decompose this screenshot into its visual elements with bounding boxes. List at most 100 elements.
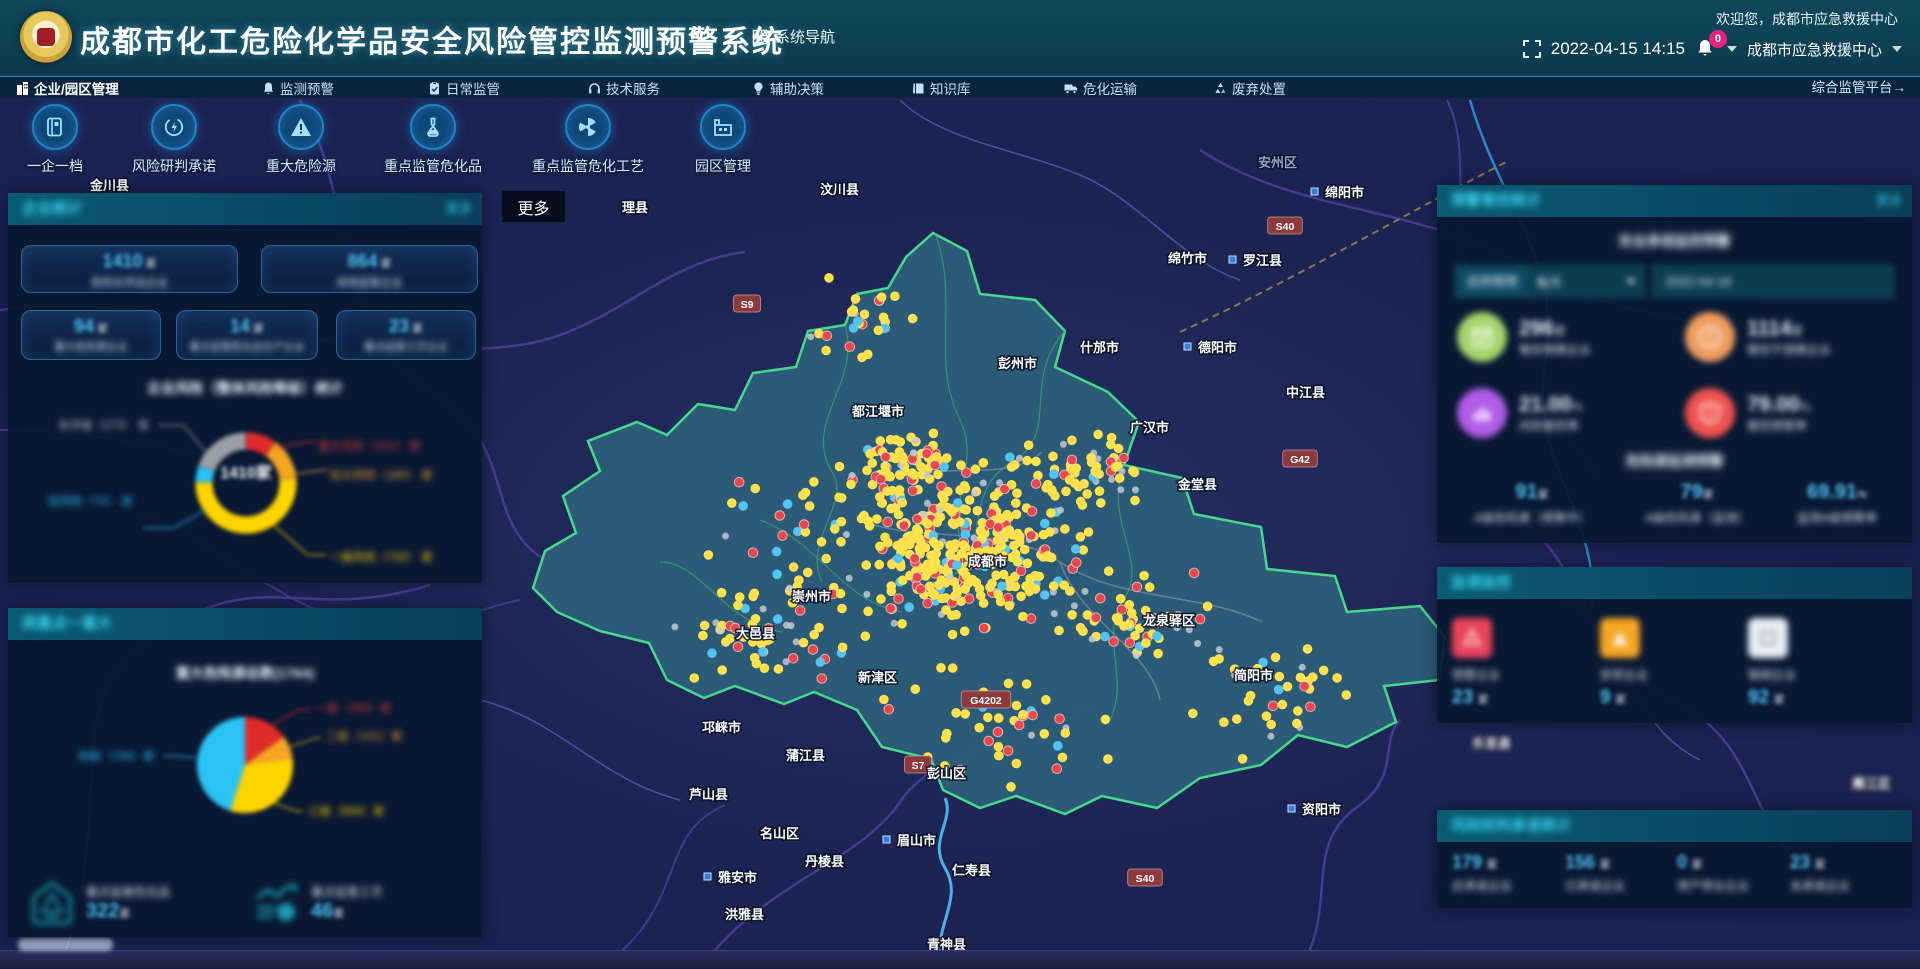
enterprise-dot bbox=[890, 291, 900, 301]
date-picker[interactable]: 2022-04-16 bbox=[1652, 265, 1894, 298]
stat-unit: 家 bbox=[119, 908, 130, 920]
stat-value: 46 bbox=[311, 900, 333, 922]
panel-title: 监测监控 bbox=[1451, 567, 1511, 599]
enterprise-dot bbox=[1003, 746, 1013, 756]
subnav-item-key-chemicals[interactable]: 重点监管危化品 bbox=[368, 104, 498, 176]
nav-item-tech-service[interactable]: 技术服务 bbox=[588, 77, 660, 99]
enterprise-dot bbox=[1095, 486, 1105, 496]
enterprise-dot bbox=[979, 458, 989, 468]
enterprise-dot bbox=[1012, 488, 1022, 498]
enterprise-dot bbox=[1028, 732, 1035, 739]
enterprise-dot bbox=[1041, 695, 1051, 705]
commitment-stat: 0 家 停产停业企业 bbox=[1677, 852, 1749, 894]
chevron-down-icon[interactable] bbox=[1892, 46, 1902, 52]
notification-badge: 0 bbox=[1709, 30, 1727, 48]
subnav-item-archive[interactable]: 一企一档 bbox=[0, 104, 120, 176]
enterprise-dot bbox=[1293, 706, 1303, 716]
legend-level1: 一级（265）家 bbox=[315, 700, 392, 716]
card-unexpected: 1114家 管控不预期企业 bbox=[1685, 312, 1831, 362]
nav-item-monitor-warning[interactable]: 监测预警 bbox=[262, 77, 334, 99]
subnav-item-major-hazard[interactable]: 重大危险源 bbox=[236, 104, 366, 176]
enterprise-dot bbox=[897, 498, 907, 508]
warning-triangle-icon bbox=[289, 116, 313, 138]
enterprise-dot bbox=[1016, 592, 1026, 602]
nav-item-hazmat-transport[interactable]: 危化运输 bbox=[1064, 77, 1137, 99]
enterprise-dot bbox=[794, 575, 804, 585]
trend-process-icon bbox=[253, 880, 299, 926]
svg-text:S9: S9 bbox=[741, 299, 754, 311]
nav-item-daily-supervision[interactable]: 日常监管 bbox=[428, 77, 500, 99]
map-more-button[interactable]: 更多 bbox=[501, 190, 566, 223]
calendar-check-icon bbox=[1457, 312, 1507, 362]
monitor-item-connected: 联网企业 92 家 bbox=[1748, 618, 1796, 709]
flask-icon bbox=[422, 116, 444, 138]
enterprise-dot bbox=[937, 575, 947, 585]
enterprise-dot bbox=[738, 501, 748, 511]
map-place-label: 广汉市 bbox=[1130, 420, 1169, 435]
enterprise-dot bbox=[980, 480, 987, 487]
panel-more-link[interactable]: 更多 bbox=[446, 193, 472, 225]
notifications-button[interactable]: 0 bbox=[1695, 38, 1717, 60]
subnav-item-key-process[interactable]: 重点监管危化工艺 bbox=[523, 104, 653, 176]
enterprise-dot bbox=[916, 584, 926, 594]
enterprise-dot bbox=[912, 524, 922, 534]
enterprise-dot bbox=[1271, 653, 1281, 663]
subnav-item-park-management[interactable]: 园区管理 bbox=[658, 104, 788, 176]
monitoring-panel: 监测监控 预警企业 23 家 异常企业 9 家 联网企业 92 家 bbox=[1437, 567, 1912, 723]
enterprise-dot bbox=[952, 560, 962, 570]
chevron-down-icon[interactable] bbox=[1727, 46, 1737, 52]
stat-unit: 家 bbox=[97, 323, 108, 335]
enterprise-dot bbox=[971, 535, 978, 542]
enterprise-dot bbox=[971, 490, 978, 497]
bottom-bar bbox=[0, 950, 1920, 969]
nav-item-knowledge-base[interactable]: 知识库 bbox=[912, 77, 971, 99]
stat-unit: 家 bbox=[1774, 694, 1785, 706]
subnav-label: 一企一档 bbox=[0, 156, 120, 176]
legend-large-risk: 较大风险（190） 家 bbox=[330, 467, 433, 483]
nav-label: 技术服务 bbox=[606, 78, 660, 98]
stat-value: 0 bbox=[1677, 852, 1687, 872]
stat-box-key-chem: 14家 重点监管危化品生产企业 bbox=[176, 310, 318, 360]
enterprise-dot bbox=[879, 695, 889, 705]
enterprise-dot bbox=[891, 454, 901, 464]
subnav-item-risk-commitment[interactable]: 风险研判承诺 bbox=[109, 104, 239, 176]
stat-value: 94 bbox=[74, 316, 94, 336]
nav-item-decision-support[interactable]: 辅助决策 bbox=[752, 77, 824, 99]
enterprise-dot bbox=[722, 533, 729, 540]
enterprise-dot bbox=[752, 659, 762, 669]
enterprise-dot bbox=[1109, 637, 1119, 647]
system-nav-button[interactable]: 系统导航 bbox=[752, 26, 835, 47]
stat-value: 156 bbox=[1565, 852, 1595, 872]
period-select[interactable]: 选择期限 每天 bbox=[1455, 265, 1645, 298]
abnormal-square-icon bbox=[1600, 618, 1640, 658]
fullscreen-icon[interactable] bbox=[1523, 40, 1541, 58]
enterprise-dot bbox=[760, 663, 770, 673]
nav-item-enterprise-park[interactable]: 企业/园区管理 bbox=[16, 77, 119, 99]
enterprise-dot bbox=[911, 684, 921, 694]
donut-segment bbox=[204, 479, 288, 525]
map-place-label: 崇州市 bbox=[792, 589, 831, 604]
enterprise-dot bbox=[1004, 679, 1014, 689]
enterprise-dot bbox=[750, 484, 760, 494]
stat-unit: 家 bbox=[1600, 859, 1611, 871]
enterprise-dot bbox=[1195, 614, 1205, 624]
enterprise-dot bbox=[924, 472, 931, 479]
enterprise-dot bbox=[1266, 720, 1276, 730]
enterprise-dot bbox=[1047, 553, 1057, 563]
enterprise-dot bbox=[1024, 440, 1034, 450]
enterprise-dot bbox=[1275, 672, 1285, 682]
enterprise-dot bbox=[1067, 610, 1077, 620]
panel-more-link[interactable]: 更多 bbox=[1876, 185, 1902, 217]
user-menu[interactable]: 成都市应急救援中心 bbox=[1747, 39, 1882, 60]
map-place-label: 新津区 bbox=[858, 670, 897, 685]
enterprise-dot bbox=[878, 498, 888, 508]
enterprise-dot bbox=[920, 511, 927, 518]
nav-item-waste-disposal[interactable]: 废弃处置 bbox=[1214, 77, 1286, 99]
stat-unit: 家 bbox=[146, 258, 157, 270]
stat-unit: 家 bbox=[1538, 489, 1549, 501]
platform-link[interactable]: 综合监管平台→ bbox=[1812, 77, 1907, 99]
panel-header: 企业统计 更多 bbox=[8, 193, 482, 225]
donut-center-label: 1410家 bbox=[196, 459, 296, 483]
enterprise-dot bbox=[1117, 486, 1124, 493]
monitor-item-warning: 预警企业 23 家 bbox=[1452, 618, 1500, 709]
